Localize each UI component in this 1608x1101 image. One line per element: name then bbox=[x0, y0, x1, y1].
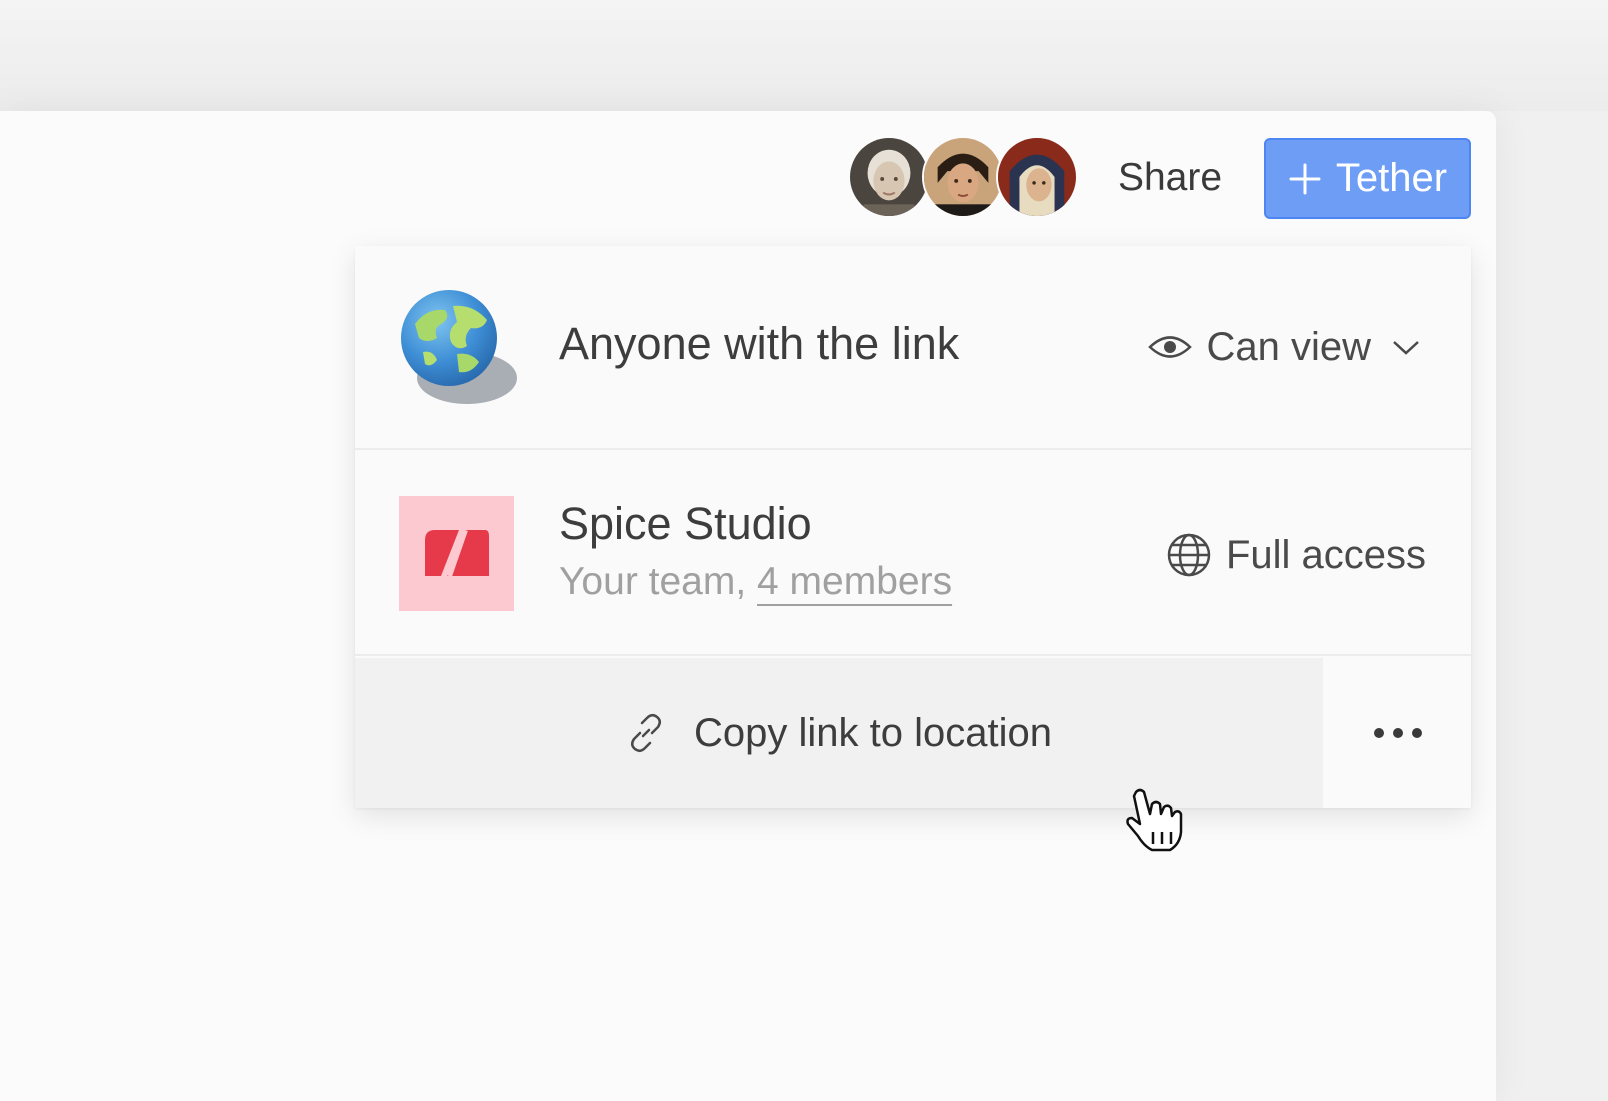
share-panel: Anyone with the link Can view Spice Stud… bbox=[355, 246, 1471, 808]
chevron-down-icon bbox=[1393, 341, 1419, 355]
team-logo bbox=[399, 496, 514, 611]
team-row: Spice Studio Your team, 4 members Full a… bbox=[355, 450, 1471, 656]
desktop-background bbox=[0, 0, 1608, 111]
link-icon bbox=[631, 714, 662, 752]
plus-icon bbox=[1289, 163, 1321, 194]
collaborator-avatars bbox=[848, 136, 1082, 220]
more-options-button[interactable] bbox=[1325, 658, 1471, 808]
permission-dropdown[interactable]: Can view bbox=[1148, 320, 1421, 374]
team-subtitle-prefix: Your team, bbox=[559, 560, 758, 603]
team-name: Spice Studio bbox=[559, 498, 812, 549]
avatar[interactable] bbox=[848, 136, 930, 218]
avatar[interactable] bbox=[996, 136, 1078, 218]
link-access-row: Anyone with the link Can view bbox=[355, 246, 1471, 450]
access-label: Full access bbox=[1225, 532, 1426, 577]
tether-button-label: Tether bbox=[1335, 156, 1448, 200]
members-link[interactable]: 4 members bbox=[757, 560, 952, 603]
avatar[interactable] bbox=[922, 136, 1004, 218]
more-horizontal-icon bbox=[1374, 728, 1422, 738]
panel-actions: Copy link to location bbox=[355, 658, 1471, 808]
link-access-title: Anyone with the link bbox=[559, 318, 960, 369]
team-access-level[interactable]: Full access bbox=[1166, 530, 1426, 580]
copy-link-label: Copy link to location bbox=[694, 710, 1052, 755]
team-subtitle: Your team, 4 members bbox=[559, 560, 952, 604]
globe-outline-icon bbox=[1167, 533, 1211, 577]
share-button[interactable]: Share bbox=[1110, 148, 1230, 208]
permission-label: Can view bbox=[1206, 324, 1371, 369]
tether-button[interactable]: Tether bbox=[1264, 138, 1471, 219]
globe-icon bbox=[401, 290, 517, 404]
hand-pointer-icon bbox=[1126, 788, 1183, 852]
eye-icon bbox=[1148, 336, 1193, 358]
